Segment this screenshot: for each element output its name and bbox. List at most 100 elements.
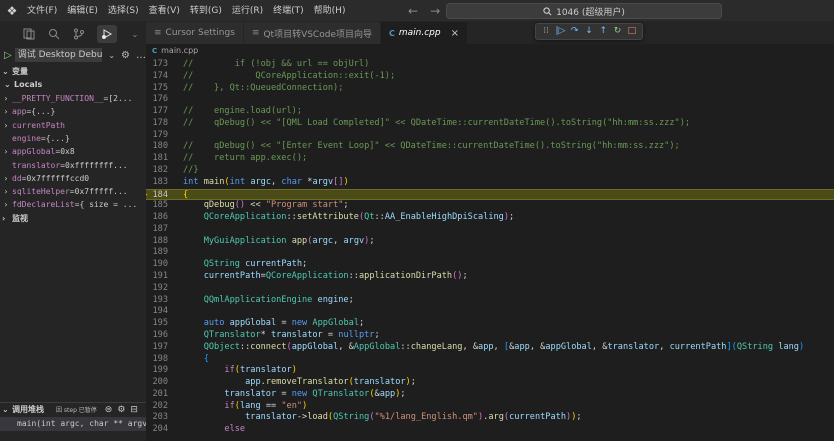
explorer-icon[interactable] xyxy=(22,27,36,41)
variable-name: dd xyxy=(12,173,22,183)
code-text: //} xyxy=(183,165,199,176)
collapse-all-icon[interactable]: ⊟ xyxy=(130,405,138,415)
drag-grip-icon[interactable]: ⁞⁞ xyxy=(541,26,552,37)
code-line[interactable]: 181 // return app.exec(); xyxy=(146,153,834,164)
code-line[interactable]: 195 auto appGlobal = new AppGlobal; xyxy=(146,318,834,329)
source-control-icon[interactable] xyxy=(72,27,86,41)
gear-icon[interactable]: ⚙ xyxy=(117,405,125,415)
step-over-icon[interactable]: ↷ xyxy=(569,26,580,37)
code-line[interactable]: 202 if(lang == "en") xyxy=(146,401,834,412)
code-line[interactable]: 186 QCoreApplication::setAttribute(Qt::A… xyxy=(146,212,834,223)
cpp-file-icon: C xyxy=(388,28,395,38)
line-number: 200 xyxy=(152,377,168,388)
code-line[interactable]: 196 QTranslator* translator = nullptr; xyxy=(146,330,834,341)
callstack-section-header[interactable]: ⌄ 调用堆栈 因 step 已暂停 ⊜ ⚙ ⊟ xyxy=(0,402,146,416)
code-line[interactable]: 194 xyxy=(146,306,834,317)
code-line[interactable]: 203 translator->load(QString("%1/lang_En… xyxy=(146,412,834,423)
variable-row[interactable]: translator = 0xffffffff... xyxy=(0,159,146,172)
code-line[interactable]: 201 translator = new QTranslator(&app); xyxy=(146,389,834,400)
editor-tab[interactable]: ≡ Qt项目转VSCode项目向导 xyxy=(243,22,381,44)
code-line[interactable]: 176 xyxy=(146,94,834,105)
code-line[interactable]: 179 xyxy=(146,130,834,141)
chevron-right-icon: › xyxy=(4,94,8,103)
code-line[interactable]: 193 QQmlApplicationEngine engine; xyxy=(146,295,834,306)
code-line[interactable]: 178 // qDebug() << "[QML Load Completed]"… xyxy=(146,118,834,129)
code-line[interactable]: 175 // }, Qt::QueuedConnection); xyxy=(146,83,834,94)
code-text: int main(int argc, char *argv[]) xyxy=(183,176,349,187)
step-out-icon[interactable]: ↑ xyxy=(598,26,609,37)
step-into-icon[interactable]: ↓ xyxy=(583,26,594,37)
code-line[interactable]: 204 else xyxy=(146,424,834,435)
chevron-down-icon[interactable]: ⌄ xyxy=(108,51,115,60)
chevron-right-icon: › xyxy=(4,147,8,157)
code-editor[interactable]: 173 // if (!obj && url == objUrl) 174 // QC… xyxy=(146,57,834,441)
variable-row[interactable]: › __PRETTY_FUNCTION__ = [2... xyxy=(0,92,146,105)
breadcrumb-file[interactable]: main.cpp xyxy=(161,46,198,55)
menu-item[interactable]: 查看(V) xyxy=(144,0,185,22)
code-text: { xyxy=(203,353,209,364)
variable-row[interactable]: › appGlobal = 0x8 xyxy=(0,145,146,158)
menu-item[interactable]: 编辑(E) xyxy=(62,0,103,22)
activity-icons: ⌄ xyxy=(0,22,146,46)
code-line[interactable]: 188 MyGuiApplication app(argc, argv); xyxy=(146,236,834,247)
forward-arrow-icon[interactable]: → xyxy=(430,4,440,18)
variable-row[interactable]: engine = {...} xyxy=(0,132,146,145)
filter-icon[interactable]: ⊜ xyxy=(105,405,113,415)
menu-item[interactable]: 选择(S) xyxy=(103,0,144,22)
code-line[interactable]: 173 // if (!obj && url == objUrl) xyxy=(146,59,834,70)
chevron-right-icon: › xyxy=(4,173,8,183)
current-code-line[interactable]: 184▷{ xyxy=(146,188,834,200)
code-line[interactable]: 192 xyxy=(146,283,834,294)
variables-section-header[interactable]: ⌄ 变量 xyxy=(0,65,146,78)
chevron-down-icon[interactable]: ⌄ xyxy=(128,27,142,41)
restart-icon[interactable]: ↻ xyxy=(612,26,623,37)
code-line[interactable]: 183 int main(int argc, char *argv[]) xyxy=(146,177,834,188)
code-line[interactable]: 197 QObject::connect(appGlobal, &AppGlob… xyxy=(146,342,834,353)
app-logo-icon[interactable]: ❖ xyxy=(5,4,19,18)
line-number: 193 xyxy=(152,294,168,305)
variable-row[interactable]: › dd = 0x7ffffffccd0 xyxy=(0,172,146,185)
code-line[interactable]: 187 xyxy=(146,224,834,235)
code-line[interactable]: 174 // QCoreApplication::exit(-1); xyxy=(146,71,834,82)
editor-tab[interactable]: Cmain.cpp × xyxy=(380,22,468,44)
locals-section-header[interactable]: ⌄ Locals xyxy=(0,78,146,91)
code-line[interactable]: 198 { xyxy=(146,354,834,365)
code-line[interactable]: 177 // engine.load(url); xyxy=(146,106,834,117)
run-config-select[interactable]: 调试 Desktop Debu xyxy=(14,48,103,62)
gear-icon[interactable]: ⚙ xyxy=(121,50,130,61)
code-line[interactable]: 182 //} xyxy=(146,165,834,176)
variable-row[interactable]: › fdDeclareList = { size = ... xyxy=(0,198,146,211)
variable-row[interactable]: › currentPath xyxy=(0,119,146,132)
code-text: QCoreApplication::setAttribute(Qt::AA_En… xyxy=(203,212,515,223)
code-line[interactable]: 200 app.removeTranslator(translator); xyxy=(146,377,834,388)
variable-row[interactable]: › app = {...} xyxy=(0,105,146,118)
back-arrow-icon[interactable]: ← xyxy=(408,4,418,18)
code-line[interactable]: 190 QString currentPath; xyxy=(146,259,834,270)
menu-item[interactable]: 终端(T) xyxy=(268,0,309,22)
search-text: 1046 (超级用户) xyxy=(556,7,625,18)
code-line[interactable]: 191 currentPath=QCoreApplication::applic… xyxy=(146,271,834,282)
callstack-frame[interactable]: main(int argc, char ** argv xyxy=(0,417,146,431)
run-debug-icon[interactable] xyxy=(97,25,117,43)
menu-item[interactable]: 文件(F) xyxy=(22,0,62,22)
command-center-search[interactable]: 1046 (超级用户) xyxy=(446,3,722,19)
editor-tab[interactable]: ≡ Cursor Settings xyxy=(146,22,244,44)
variable-row[interactable]: › sqliteHelper = 0x7fffff... xyxy=(0,185,146,198)
menu-item[interactable]: 运行(R) xyxy=(227,0,268,22)
stop-icon[interactable]: □ xyxy=(626,26,637,37)
code-line[interactable]: 185 qDebug() << "Program start"; xyxy=(146,200,834,211)
line-number: 198 xyxy=(152,353,168,364)
close-icon[interactable]: × xyxy=(451,28,459,39)
search-view-icon[interactable] xyxy=(47,27,61,41)
menu-item[interactable]: 转到(G) xyxy=(185,0,227,22)
more-icon[interactable]: … xyxy=(136,50,146,61)
code-line[interactable]: 180 // qDebug() << "[Enter Event Loop]" <… xyxy=(146,141,834,152)
watch-section-header[interactable]: › 监视 xyxy=(0,212,146,225)
continue-icon[interactable]: |▷ xyxy=(555,26,566,37)
chevron-down-icon: ⌄ xyxy=(4,80,11,89)
start-debug-icon[interactable]: ▷ xyxy=(4,50,12,61)
code-line[interactable]: 199 if(translator) xyxy=(146,365,834,376)
chevron-right-icon: › xyxy=(2,214,6,223)
code-line[interactable]: 189 xyxy=(146,247,834,258)
menu-item[interactable]: 帮助(H) xyxy=(309,0,351,22)
